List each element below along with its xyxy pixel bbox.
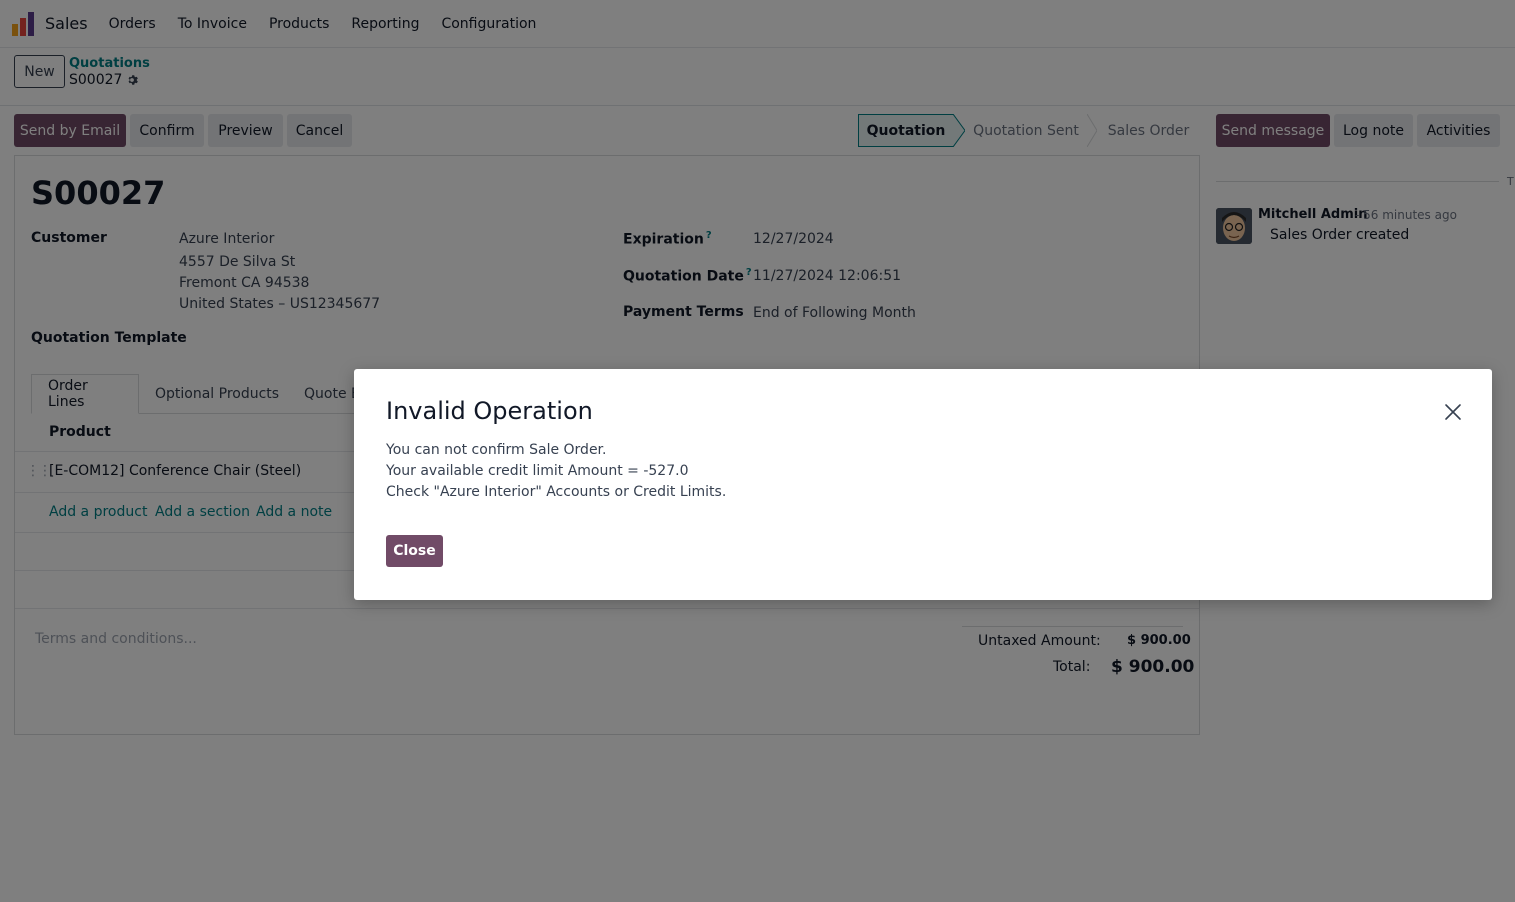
dialog-message-line: Your available credit limit Amount = -52…	[386, 463, 689, 479]
dialog-message-line: Check "Azure Interior" Accounts or Credi…	[386, 484, 727, 500]
close-icon[interactable]	[1440, 399, 1466, 425]
dialog-title: Invalid Operation	[386, 397, 593, 425]
close-button[interactable]: Close	[386, 535, 443, 567]
dialog-message-line: You can not confirm Sale Order.	[386, 442, 607, 458]
invalid-operation-dialog: Invalid Operation You can not confirm Sa…	[354, 369, 1492, 600]
